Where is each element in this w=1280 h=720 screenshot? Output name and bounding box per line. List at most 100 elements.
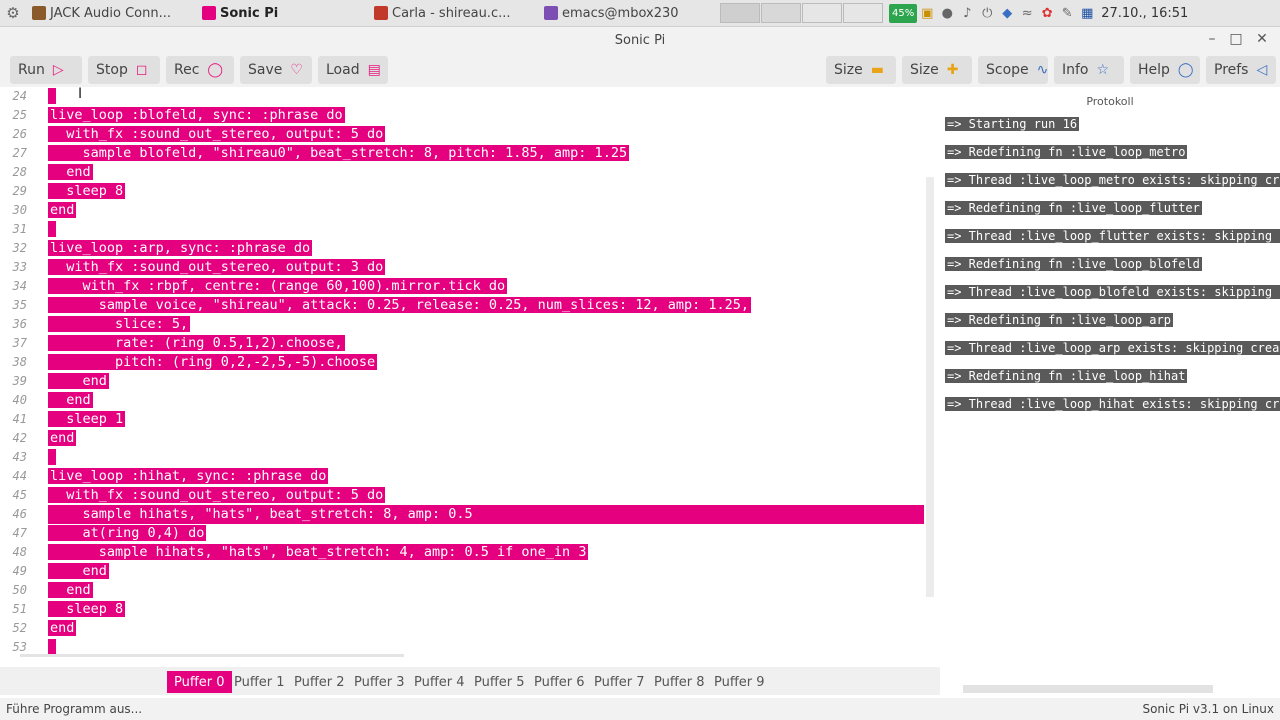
battery-indicator[interactable]: 45%	[889, 3, 918, 23]
notification-icon[interactable]: ✿	[1037, 0, 1057, 27]
power-icon[interactable]: ⏻	[977, 0, 997, 27]
info-button[interactable]: Info ☆	[1054, 56, 1124, 84]
code-text: end	[82, 373, 109, 389]
network-icon[interactable]: ≈	[1017, 0, 1037, 27]
code-text: pitch: (ring 0,2,-2,5,-5).choose	[115, 354, 378, 370]
user-icon[interactable]: ●	[937, 0, 957, 27]
clock[interactable]: 27.10., 16:51	[1101, 6, 1188, 21]
code-text: sample voice, "shireau", attack: 0.25, r…	[98, 297, 751, 313]
plus-icon: ✚	[946, 62, 959, 78]
version-label: Sonic Pi v3.1 on Linux	[1142, 702, 1274, 716]
code-text: with_fx :sound_out_stereo, output: 5 do	[66, 126, 386, 142]
code-line: 34 with_fx :rbpf, centre: (range 60,100)…	[0, 277, 940, 296]
tab-puffer-9[interactable]: Puffer 9	[707, 671, 772, 693]
close-icon[interactable]: ✕	[1252, 31, 1272, 47]
tab-puffer-7[interactable]: Puffer 7	[587, 671, 652, 693]
run-button[interactable]: Run ▷	[10, 56, 82, 84]
log-entry-text: => Thread :live_loop_metro exists: skipp…	[945, 173, 1280, 187]
speech-bubble-icon: ◯	[1177, 62, 1194, 78]
desktop-2[interactable]	[761, 3, 801, 23]
tab-puffer-5[interactable]: Puffer 5	[467, 671, 532, 693]
log-entry-text: => Thread :live_loop_arp exists: skippin…	[945, 341, 1280, 355]
line-number: 31	[12, 222, 27, 236]
sonic-pi-icon	[202, 6, 216, 20]
log-panel[interactable]: Protokoll => Starting run 16 => Redefinin…	[940, 87, 1280, 695]
log-entry: => Redefining fn :live_loop_metro	[945, 144, 1188, 160]
tab-puffer-4[interactable]: Puffer 4	[407, 671, 472, 693]
code-indent	[48, 601, 67, 617]
desktop-4[interactable]	[843, 3, 883, 23]
log-horizontal-scrollbar[interactable]	[963, 685, 1213, 693]
stop-icon: ◻	[135, 62, 148, 78]
code-line: 31	[0, 220, 940, 239]
load-button[interactable]: Load ▤	[318, 56, 388, 84]
code-text: with_fx :sound_out_stereo, output: 3 do	[66, 259, 386, 275]
code-line: 25 live_loop :blofeld, sync: :phrase do	[0, 106, 940, 125]
minimize-icon[interactable]: –	[1202, 31, 1222, 47]
code-indent	[48, 563, 83, 579]
line-number: 30	[12, 203, 27, 217]
save-label: Save	[248, 62, 283, 78]
task-jack[interactable]: JACK Audio Conn...	[26, 0, 196, 27]
code-text: live_loop :hihat, sync: :phrase do	[50, 468, 329, 484]
tab-puffer-0[interactable]: Puffer 0	[167, 671, 232, 693]
rec-button[interactable]: Rec ◯	[166, 56, 234, 84]
size-decrease-button[interactable]: Size ▬	[826, 56, 896, 84]
tab-puffer-2[interactable]: Puffer 2	[287, 671, 352, 693]
code-indent	[48, 297, 99, 313]
log-entry: => Redefining fn :live_loop_flutter	[945, 200, 1202, 216]
calendar-icon[interactable]: ▦	[1077, 0, 1097, 27]
line-number: 38	[12, 355, 27, 369]
volume-icon[interactable]: ♪	[957, 0, 977, 27]
tab-puffer-6[interactable]: Puffer 6	[527, 671, 592, 693]
line-number: 40	[12, 393, 27, 407]
carla-icon	[374, 6, 388, 20]
save-button[interactable]: Save ♡	[240, 56, 312, 84]
task-carla[interactable]: Carla - shireau.c...	[368, 0, 538, 27]
code-editor[interactable]: 24 25 live_loop :blofeld, sync: :phrase do…	[0, 87, 940, 657]
tab-puffer-8[interactable]: Puffer 8	[647, 671, 712, 693]
task-emacs[interactable]: emacs@mbox230	[538, 0, 708, 27]
code-indent	[48, 506, 83, 522]
code-indent	[48, 316, 116, 332]
code-line: 45 with_fx :sound_out_stereo, output: 5 …	[0, 486, 940, 505]
gear-icon[interactable]: ⚙	[0, 0, 26, 27]
stop-button[interactable]: Stop ◻	[88, 56, 160, 84]
code-indent	[48, 582, 67, 598]
scope-button[interactable]: Scope ∿	[978, 56, 1048, 84]
code-indent	[48, 354, 116, 370]
log-entry: => Starting run 16	[945, 116, 1080, 132]
desktop-1[interactable]	[720, 3, 760, 23]
editor-vertical-scrollbar[interactable]	[926, 177, 934, 597]
size-increase-button[interactable]: Size ✚	[902, 56, 972, 84]
tab-puffer-1[interactable]: Puffer 1	[227, 671, 292, 693]
desktop-3[interactable]	[802, 3, 842, 23]
tab-puffer-3[interactable]: Puffer 3	[347, 671, 412, 693]
play-icon: ▷	[52, 62, 64, 78]
line-number: 41	[12, 412, 27, 426]
line-number: 32	[12, 241, 27, 255]
help-label: Help	[1138, 62, 1170, 78]
editor-horizontal-scrollbar[interactable]	[20, 654, 404, 657]
window-title: Sonic Pi	[614, 32, 666, 48]
help-button[interactable]: Help ◯	[1130, 56, 1200, 84]
prefs-button[interactable]: Prefs ◁	[1206, 56, 1276, 84]
log-entry: => Thread :live_loop_hihat exists: skipp…	[945, 396, 1280, 412]
tray-app-icon[interactable]: ▣	[917, 0, 937, 27]
code-indent	[48, 373, 83, 389]
maximize-icon[interactable]: □	[1226, 31, 1246, 47]
shield-icon[interactable]: ◆	[997, 0, 1017, 27]
line-number: 48	[12, 545, 27, 559]
task-label: emacs@mbox230	[562, 5, 679, 21]
text-cursor-icon: I	[78, 86, 83, 102]
wave-icon: ∿	[1036, 62, 1049, 78]
code-text: sleep 1	[66, 411, 126, 427]
code-text: end	[50, 430, 77, 446]
code-line: 47 at(ring 0,4) do	[0, 524, 940, 543]
log-title: Protokoll	[1086, 95, 1134, 108]
tool-icon[interactable]: ✎	[1057, 0, 1077, 27]
task-sonic-pi[interactable]: Sonic Pi	[196, 0, 368, 27]
code-text: slice: 5,	[115, 316, 191, 332]
code-text: rate: (ring 0.5,1,2).choose,	[115, 335, 345, 351]
code-line: 29 sleep 8	[0, 182, 940, 201]
